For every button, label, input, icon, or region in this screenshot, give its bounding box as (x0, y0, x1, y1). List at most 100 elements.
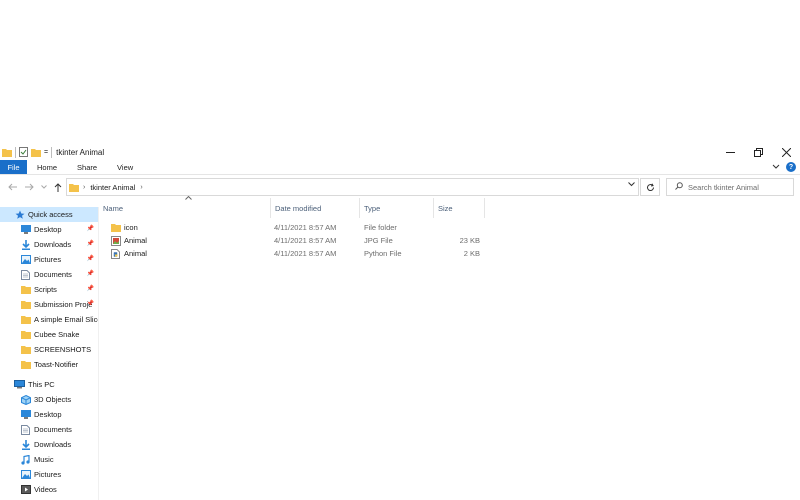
breadcrumb-chevron-icon[interactable]: › (83, 184, 85, 191)
downloads-icon (20, 239, 31, 250)
3d-objects-icon (20, 394, 31, 405)
pin-icon[interactable]: 📌 (87, 255, 94, 262)
sidebar-item-3d-objects[interactable]: 3D Objects (0, 392, 98, 407)
breadcrumb-item[interactable]: tkinter Animal (90, 183, 135, 192)
sidebar-item-documents[interactable]: Documents 📌 (0, 267, 98, 282)
tab-view[interactable]: View (107, 160, 143, 174)
address-bar[interactable]: › tkinter Animal › (66, 178, 639, 196)
pin-icon[interactable]: 📌 (87, 225, 94, 232)
file-type: JPG File (364, 236, 393, 245)
table-row[interactable]: Animal 4/11/2021 8:57 AM JPG File 23 KB (99, 234, 489, 247)
file-size: 2 KB (463, 249, 480, 258)
downloads-icon (20, 439, 31, 450)
desktop-icon (20, 410, 31, 420)
quick-access-toolbar: = (0, 146, 53, 158)
pictures-icon (20, 470, 31, 480)
breadcrumb: › tkinter Animal › (83, 183, 143, 192)
sidebar-item-videos[interactable]: Videos (0, 482, 98, 497)
videos-icon (20, 485, 31, 495)
file-size (434, 221, 480, 234)
documents-icon (20, 269, 31, 280)
sidebar-item-label: Submission Proje (34, 300, 93, 309)
customize-toolbar-icon[interactable]: = (44, 149, 48, 156)
sidebar-item-downloads[interactable]: Downloads 📌 (0, 237, 98, 252)
sidebar-item-label: Documents (34, 425, 72, 434)
column-header-size[interactable]: Size (434, 198, 485, 218)
folder-icon (20, 330, 31, 340)
file-type: Python File (364, 249, 402, 258)
sidebar-item-label: This PC (28, 380, 55, 389)
pin-icon[interactable]: 📌 (87, 300, 94, 307)
close-button[interactable] (772, 143, 800, 161)
sidebar-item-toast-notifier[interactable]: Toast-Notifier (0, 357, 98, 372)
sidebar-item-label: Desktop (34, 225, 62, 234)
jpg-file-icon (111, 234, 121, 247)
pin-icon[interactable]: 📌 (87, 240, 94, 247)
sidebar-item-pictures[interactable]: Pictures 📌 (0, 252, 98, 267)
search-box[interactable]: Search tkinter Animal (666, 178, 794, 196)
pictures-icon (20, 255, 31, 265)
sidebar-item-screenshots[interactable]: SCREENSHOTS (0, 342, 98, 357)
table-row[interactable]: icon 4/11/2021 8:57 AM File folder (99, 221, 489, 234)
sidebar-item-this-pc[interactable]: This PC (0, 377, 98, 392)
sidebar-item-quick-access[interactable]: Quick access (0, 207, 98, 222)
folder-icon (20, 345, 31, 355)
sidebar-item-desktop[interactable]: Desktop 📌 (0, 222, 98, 237)
sidebar-item-pc-documents[interactable]: Documents (0, 422, 98, 437)
sidebar-item-cubee-snake[interactable]: Cubee Snake (0, 327, 98, 342)
folder-icon (20, 300, 31, 310)
properties-icon[interactable] (19, 147, 28, 157)
new-folder-icon[interactable] (31, 148, 41, 157)
sidebar-item-label: SCREENSHOTS (34, 345, 92, 354)
sidebar-item-email-slice[interactable]: A simple Email Slice (0, 312, 98, 327)
ribbon-right-controls: ? (772, 160, 800, 174)
file-date: 4/11/2021 8:57 AM (274, 249, 337, 258)
search-input[interactable]: Search tkinter Animal (688, 183, 759, 192)
sidebar-item-pc-desktop[interactable]: Desktop (0, 407, 98, 422)
navigation-bar: › tkinter Animal › Search tkinter Animal (0, 178, 800, 196)
sidebar-item-scripts[interactable]: Scripts 📌 (0, 282, 98, 297)
breadcrumb-chevron-icon[interactable]: › (140, 184, 142, 191)
pin-icon[interactable]: 📌 (87, 270, 94, 277)
folder-icon (20, 285, 31, 295)
file-date: 4/11/2021 8:57 AM (274, 223, 337, 232)
tab-home[interactable]: Home (27, 160, 67, 174)
address-dropdown-icon[interactable] (628, 182, 635, 189)
file-name: Animal (124, 249, 147, 258)
tab-file[interactable]: File (0, 160, 27, 174)
back-arrow-icon[interactable] (4, 179, 20, 195)
sidebar-item-music[interactable]: Music (0, 452, 98, 467)
column-header-date-modified[interactable]: Date modified (271, 198, 360, 218)
sidebar-item-label: Scripts (34, 285, 57, 294)
pin-icon[interactable]: 📌 (87, 285, 94, 292)
sidebar-item-label: Cubee Snake (34, 330, 80, 339)
sidebar-item-pc-downloads[interactable]: Downloads (0, 437, 98, 452)
sidebar-item-pc-pictures[interactable]: Pictures (0, 467, 98, 482)
table-row[interactable]: Animal 4/11/2021 8:57 AM Python File 2 K… (99, 247, 489, 260)
file-name: icon (124, 223, 138, 232)
sidebar-item-label: Videos (34, 485, 57, 494)
computer-icon (14, 380, 25, 390)
sidebar-item-label: Pictures (34, 255, 62, 264)
file-size: 23 KB (459, 236, 480, 245)
sidebar-item-label: Toast-Notifier (34, 360, 79, 369)
column-header-type[interactable]: Type (360, 198, 434, 218)
ribbon-tabs: File Home Share View ? (0, 160, 800, 175)
sidebar-item-submission-project[interactable]: Submission Proje 📌 (0, 297, 98, 312)
up-arrow-icon[interactable] (50, 179, 66, 195)
music-icon (20, 454, 31, 465)
star-icon (14, 210, 25, 220)
help-icon[interactable]: ? (786, 162, 796, 172)
window-title: tkinter Animal (56, 147, 105, 157)
tab-share[interactable]: Share (67, 160, 107, 174)
sidebar-item-label: Music (34, 455, 54, 464)
sidebar-item-label: Downloads (34, 440, 72, 449)
restore-button[interactable] (744, 143, 772, 161)
folder-icon (69, 183, 79, 192)
chevron-down-icon[interactable] (772, 163, 780, 172)
column-header-name[interactable]: Name (99, 198, 271, 218)
forward-arrow-icon[interactable] (21, 179, 37, 195)
refresh-button[interactable] (640, 178, 660, 196)
folder-icon (2, 148, 12, 157)
minimize-button[interactable] (716, 143, 744, 161)
